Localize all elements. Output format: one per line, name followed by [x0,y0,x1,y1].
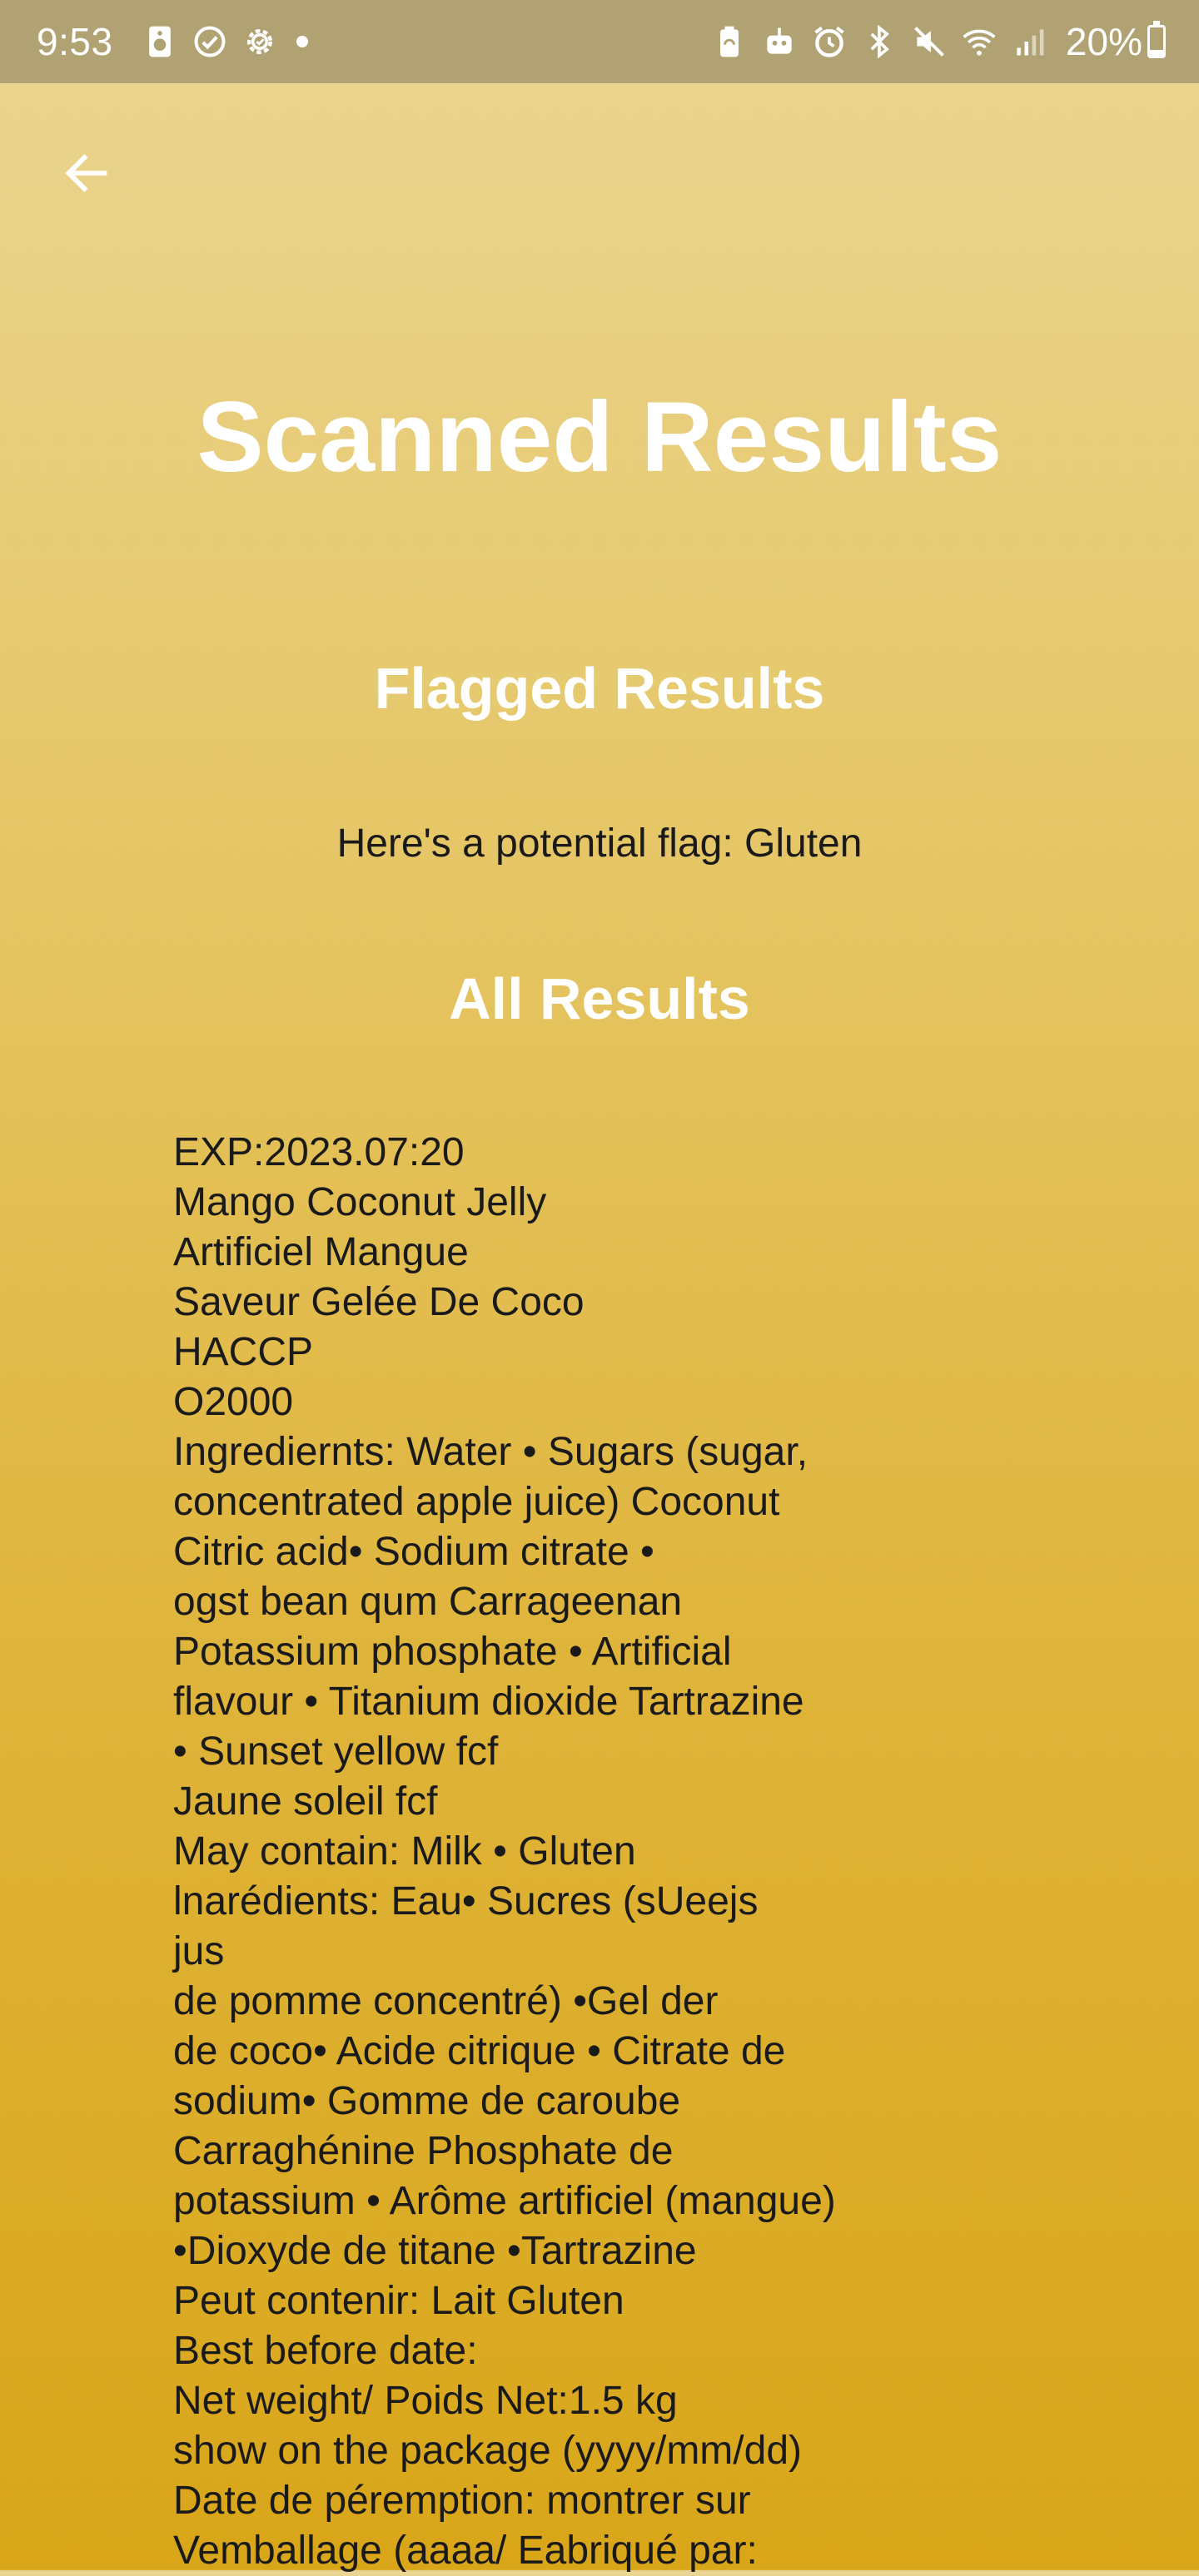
bluetooth-icon [861,23,898,60]
all-results-heading: All Results [449,966,750,1031]
result-line: May contain: Milk • Gluten [173,1829,636,1874]
result-line: EXP:2023.07:20 [173,1130,465,1174]
result-line: •Dioxyde de titane •Tartrazine [173,2229,697,2273]
status-time: 9:53 [37,20,113,63]
result-line: de pomme concentré) •Gel der [173,1979,719,2023]
notification-dot-icon [296,36,308,47]
page-title: Scanned Results [197,381,1002,493]
speaker-icon [142,23,178,60]
result-line: Best before date: [173,2329,478,2373]
battery-level-fill [1150,50,1163,56]
result-line: potassium • Arôme artificiel (mangue) [173,2179,836,2223]
result-line: O2000 [173,1380,294,1424]
result-line: Saveur Gelée De Coco [173,1280,585,1324]
battery-icon [1147,21,1166,58]
result-line: show on the package (yyyy/mm/dd) [173,2429,802,2473]
back-button[interactable] [53,140,120,206]
result-line: Vemballage (aaaa/ Eabriqué par: [173,2529,758,2573]
wifi-icon [961,23,998,60]
result-line: concentrated apple juice) Coconut [173,1480,780,1524]
result-line: HACCP [173,1330,314,1374]
result-line: jus [173,1929,225,1973]
flagged-results-heading: Flagged Results [374,656,825,721]
result-line: Potassium phosphate • Artificial [173,1630,732,1674]
check-circle-icon [192,23,228,60]
result-line: • Sunset yellow fcf [173,1730,499,1774]
result-line: Ingrediernts: Water • Sugars (sugar, [173,1430,808,1474]
mute-icon [911,23,948,60]
result-line: de coco• Acide citrique • Citrate de [173,2029,786,2073]
result-line: sodium• Gomme de caroube [173,2079,681,2123]
result-line: Carraghénine Phosphate de [173,2129,674,2173]
status-bar: 9:53 20% [0,0,1199,83]
result-line: Citric acid• Sodium citrate • [173,1530,654,1574]
status-bar-left: 9:53 [37,19,308,64]
result-line: Date de péremption: montrer sur [173,2479,751,2523]
arrow-left-icon [65,154,107,192]
flag-message: Here's a potential flag: Gluten [336,821,863,866]
alarm-icon [811,23,848,60]
result-line: Artificiel Mangue [173,1230,469,1274]
result-line: Mango Coconut Jelly [173,1180,547,1224]
battery-saver-icon [711,23,748,60]
result-line: ogst bean qum Carrageenan [173,1580,683,1624]
result-line: Peut contenir: Lait Gluten [173,2279,624,2323]
result-line: flavour • Titanium dioxide Tartrazine [173,1680,804,1724]
status-bar-right: 20% [704,19,1166,64]
settings-gear-icon [241,23,278,60]
result-line: Jaune soleil fcf [173,1779,438,1824]
result-line: lnarédients: Eau• Sucres (sUeejs [173,1879,759,1923]
results-list: EXP:2023.07:20 Mango Coconut Jelly Artific… [173,1128,836,2576]
signal-icon [1011,23,1047,60]
result-line: Net weight/ Poids Net:1.5 kg [173,2379,678,2423]
battery-percent: 20% [1065,20,1142,63]
robot-icon [761,23,798,60]
